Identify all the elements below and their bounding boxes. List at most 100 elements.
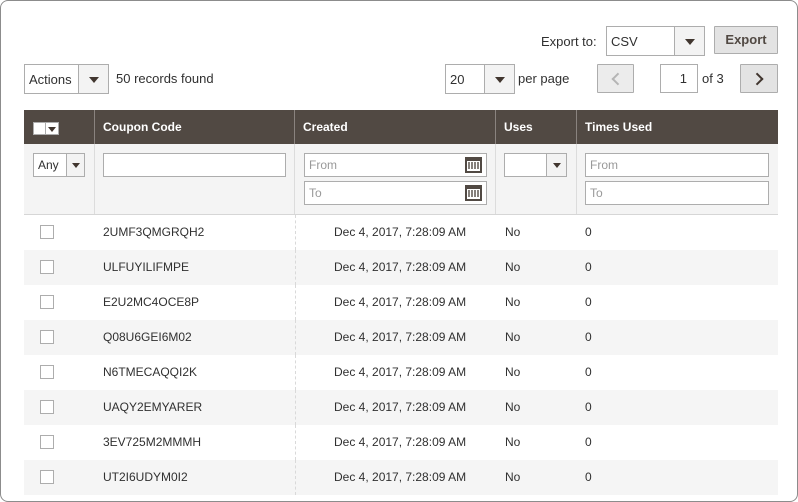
- row-checkbox[interactable]: [40, 260, 54, 274]
- row-checkbox[interactable]: [40, 400, 54, 414]
- row-checkbox[interactable]: [40, 365, 54, 379]
- uses-cell: No: [505, 400, 521, 414]
- cell-separator: [295, 250, 296, 285]
- table-row[interactable]: 2UMF3QMGRQH2 Dec 4, 2017, 7:28:09 AM No 0: [24, 215, 778, 250]
- coupon-code-cell: 3EV725M2MMMH: [103, 435, 202, 449]
- row-checkbox[interactable]: [40, 330, 54, 344]
- page-size-value: 20: [450, 72, 465, 87]
- chevron-down-icon: [684, 39, 695, 45]
- coupon-code-cell: N6TMECAQQI2K: [103, 365, 198, 379]
- created-cell: Dec 4, 2017, 7:28:09 AM: [334, 435, 467, 449]
- times-used-cell: 0: [585, 365, 592, 379]
- export-button[interactable]: Export: [714, 26, 778, 54]
- created-cell: Dec 4, 2017, 7:28:09 AM: [334, 400, 467, 414]
- times-used-from-placeholder: From: [590, 158, 618, 172]
- calendar-icon[interactable]: [465, 157, 482, 173]
- table-row[interactable]: ULFUYILIFMPE Dec 4, 2017, 7:28:09 AM No 0: [24, 250, 778, 285]
- cell-separator: [295, 285, 296, 320]
- uses-cell: No: [505, 365, 521, 379]
- export-format-arrow: [674, 27, 704, 55]
- per-page-label: per page: [518, 71, 570, 86]
- created-to-input[interactable]: To: [304, 181, 487, 205]
- row-checkbox[interactable]: [40, 470, 54, 484]
- coupon-code-cell: E2U2MC4OCE8P: [103, 295, 200, 309]
- coupon-code-filter-input[interactable]: [103, 153, 286, 177]
- coupon-code-cell: 2UMF3QMGRQH2: [103, 225, 205, 239]
- table-row[interactable]: UT2I6UDYM0I2 Dec 4, 2017, 7:28:09 AM No 0: [24, 460, 778, 495]
- uses-filter-arrow: [546, 154, 566, 176]
- cell-separator: [295, 460, 296, 495]
- column-times-used[interactable]: Times Used: [577, 110, 777, 144]
- mass-select-filter[interactable]: Any: [33, 153, 85, 177]
- coupon-code-cell: Q08U6GEI6M02: [103, 330, 192, 344]
- coupon-code-cell: UT2I6UDYM0I2: [103, 470, 188, 484]
- cell-separator: [295, 425, 296, 460]
- created-from-placeholder: From: [309, 158, 337, 172]
- coupon-code-cell: ULFUYILIFMPE: [103, 260, 190, 274]
- column-coupon-code[interactable]: Coupon Code: [95, 110, 295, 144]
- times-used-cell: 0: [585, 470, 592, 484]
- times-used-cell: 0: [585, 400, 592, 414]
- created-cell: Dec 4, 2017, 7:28:09 AM: [334, 330, 467, 344]
- actions-arrow: [78, 65, 108, 93]
- times-used-from-input[interactable]: From: [585, 153, 769, 177]
- filter-separator: [495, 144, 496, 214]
- chevron-down-icon: [71, 163, 80, 168]
- cell-separator: [295, 320, 296, 355]
- filter-separator: [294, 144, 295, 214]
- uses-cell: No: [505, 295, 521, 309]
- times-used-cell: 0: [585, 225, 592, 239]
- table-row[interactable]: E2U2MC4OCE8P Dec 4, 2017, 7:28:09 AM No 0: [24, 285, 778, 320]
- created-cell: Dec 4, 2017, 7:28:09 AM: [334, 260, 467, 274]
- times-used-to-input[interactable]: To: [585, 181, 769, 205]
- chevron-left-icon: [610, 72, 624, 85]
- mass-select-filter-arrow: [66, 154, 84, 176]
- table-row[interactable]: N6TMECAQQI2K Dec 4, 2017, 7:28:09 AM No 0: [24, 355, 778, 390]
- times-used-cell: 0: [585, 435, 592, 449]
- grid-header: Coupon Code Created Uses Times Used: [24, 110, 778, 144]
- mass-select-checkbox[interactable]: [33, 122, 59, 135]
- created-from-input[interactable]: From: [304, 153, 487, 177]
- created-cell: Dec 4, 2017, 7:28:09 AM: [334, 470, 467, 484]
- row-checkbox[interactable]: [40, 295, 54, 309]
- current-page-input[interactable]: 1: [660, 64, 698, 93]
- filter-separator: [94, 144, 95, 214]
- column-created[interactable]: Created: [295, 110, 495, 144]
- uses-cell: No: [505, 225, 521, 239]
- chevron-right-icon: [750, 72, 764, 85]
- table-row[interactable]: Q08U6GEI6M02 Dec 4, 2017, 7:28:09 AM No 0: [24, 320, 778, 355]
- row-checkbox[interactable]: [40, 225, 54, 239]
- actions-value: Actions: [29, 72, 72, 87]
- times-used-cell: 0: [585, 330, 592, 344]
- table-row[interactable]: 3EV725M2MMMH Dec 4, 2017, 7:28:09 AM No 0: [24, 425, 778, 460]
- coupon-grid-panel: Export to: CSV Export Actions 50 records…: [0, 0, 798, 502]
- uses-filter-select[interactable]: [504, 153, 567, 177]
- previous-page-button[interactable]: [597, 64, 634, 93]
- coupon-code-cell: UAQY2EMYARER: [103, 400, 203, 414]
- next-page-button[interactable]: [740, 64, 778, 93]
- uses-cell: No: [505, 435, 521, 449]
- table-row[interactable]: UAQY2EMYARER Dec 4, 2017, 7:28:09 AM No 0: [24, 390, 778, 425]
- mass-select-box: [34, 123, 46, 134]
- created-to-placeholder: To: [309, 186, 322, 200]
- column-uses[interactable]: Uses: [496, 110, 576, 144]
- uses-cell: No: [505, 470, 521, 484]
- filter-separator: [576, 144, 577, 214]
- chevron-down-icon: [88, 77, 99, 83]
- cell-separator: [295, 390, 296, 425]
- export-format-value: CSV: [611, 34, 638, 49]
- export-format-select[interactable]: CSV: [606, 26, 705, 56]
- records-found-count: 50 records found: [116, 71, 214, 86]
- page-size-arrow: [484, 65, 514, 93]
- page-size-select[interactable]: 20: [445, 64, 515, 94]
- page-count-label: of 3: [702, 71, 724, 86]
- times-used-cell: 0: [585, 295, 592, 309]
- calendar-icon[interactable]: [465, 185, 482, 201]
- mass-select-filter-value: Any: [38, 158, 59, 172]
- chevron-down-icon: [48, 126, 56, 132]
- times-used-cell: 0: [585, 260, 592, 274]
- actions-select[interactable]: Actions: [24, 64, 109, 94]
- created-cell: Dec 4, 2017, 7:28:09 AM: [334, 295, 467, 309]
- row-checkbox[interactable]: [40, 435, 54, 449]
- cell-separator: [295, 355, 296, 390]
